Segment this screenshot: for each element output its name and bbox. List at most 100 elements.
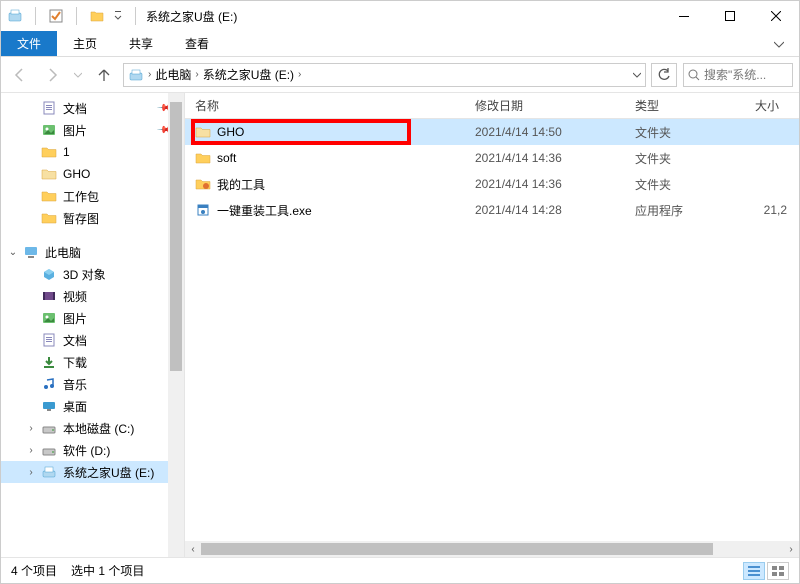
breadcrumb-this-pc[interactable]: 此电脑: [155, 66, 191, 83]
collapse-icon[interactable]: ⌄: [7, 247, 19, 258]
drive-icon: [41, 442, 57, 458]
nav-back-button[interactable]: [7, 62, 33, 88]
tree-item-label: 图片: [63, 122, 87, 139]
chevron-right-icon[interactable]: ›: [298, 69, 301, 80]
refresh-button[interactable]: [651, 63, 677, 87]
file-row[interactable]: soft2021/4/14 14:36文件夹: [185, 145, 799, 171]
tree-pc-child[interactable]: 3D 对象: [1, 263, 184, 285]
tree-item-label: 系统之家U盘 (E:): [63, 464, 154, 481]
tree-item-label: 文档: [63, 100, 87, 117]
tree-pc-child[interactable]: 图片: [1, 307, 184, 329]
tree-quick-item[interactable]: 工作包: [1, 185, 184, 207]
file-type: 应用程序: [625, 202, 745, 219]
file-date: 2021/4/14 14:36: [465, 151, 625, 165]
pic-icon: [41, 122, 57, 138]
drive-blue-icon: [41, 464, 57, 480]
nav-recent-button[interactable]: [71, 62, 85, 88]
column-name[interactable]: 名称: [185, 93, 465, 118]
view-details-button[interactable]: [743, 562, 765, 580]
folder-icon: [41, 144, 57, 160]
nav-up-button[interactable]: [91, 62, 117, 88]
tree-item-label: 视频: [63, 288, 87, 305]
ribbon-tab-file[interactable]: 文件: [1, 31, 57, 56]
minimize-button[interactable]: [661, 1, 707, 31]
chevron-right-icon[interactable]: ›: [148, 69, 151, 80]
window-title: 系统之家U盘 (E:): [140, 8, 237, 25]
folder-icon: [41, 188, 57, 204]
chevron-right-icon[interactable]: ›: [195, 69, 198, 80]
column-date[interactable]: 修改日期: [465, 93, 625, 118]
tree-pc-child[interactable]: 下载: [1, 351, 184, 373]
hscroll-right-icon[interactable]: ›: [783, 541, 799, 557]
doc-icon: [41, 332, 57, 348]
qat-checkbox-icon[interactable]: [48, 8, 64, 24]
dl-icon: [41, 354, 57, 370]
folder-dim-icon: [195, 124, 211, 140]
file-date: 2021/4/14 14:28: [465, 203, 625, 217]
view-large-icons-button[interactable]: [767, 562, 789, 580]
breadcrumb-drive[interactable]: 系统之家U盘 (E:): [203, 66, 294, 83]
file-size: 21,2: [745, 203, 799, 217]
video-icon: [41, 288, 57, 304]
file-name: GHO: [217, 125, 244, 139]
status-bar: 4 个项目 选中 1 个项目: [1, 557, 799, 583]
tree-pc-child[interactable]: › 系统之家U盘 (E:): [1, 461, 184, 483]
tree-item-label: 本地磁盘 (C:): [63, 420, 134, 437]
doc-icon: [41, 100, 57, 116]
tree-item-label: 图片: [63, 310, 87, 327]
file-hscrollbar[interactable]: ‹ ›: [185, 541, 799, 557]
expand-icon[interactable]: ›: [25, 467, 37, 478]
file-row[interactable]: 一键重装工具.exe2021/4/14 14:28应用程序21,2: [185, 197, 799, 223]
close-button[interactable]: [753, 1, 799, 31]
pic-icon: [41, 310, 57, 326]
tree-quick-item[interactable]: 暂存图: [1, 207, 184, 229]
tree-quick-item[interactable]: 1: [1, 141, 184, 163]
tree-scrollbar[interactable]: [168, 93, 184, 557]
ribbon-tab-share[interactable]: 共享: [113, 31, 169, 56]
tree-pc-child[interactable]: 视频: [1, 285, 184, 307]
tree-pc-child[interactable]: › 本地磁盘 (C:): [1, 417, 184, 439]
tree-this-pc[interactable]: ⌄ 此电脑: [1, 241, 184, 263]
nav-forward-button[interactable]: [39, 62, 65, 88]
tree-item-label: 桌面: [63, 398, 87, 415]
expand-icon[interactable]: ›: [25, 445, 37, 456]
address-bar: › 此电脑 › 系统之家U盘 (E:) › 搜索"系统...: [1, 57, 799, 93]
music-icon: [41, 376, 57, 392]
tree-item-label: GHO: [63, 167, 90, 181]
qat-folder-icon[interactable]: [89, 8, 105, 24]
file-row[interactable]: 我的工具2021/4/14 14:36文件夹: [185, 171, 799, 197]
tree-item-label: 音乐: [63, 376, 87, 393]
pc-icon: [23, 244, 39, 260]
tree-pc-child[interactable]: 音乐: [1, 373, 184, 395]
ribbon-tab-home[interactable]: 主页: [57, 31, 113, 56]
folder-icon: [41, 210, 57, 226]
file-row[interactable]: GHO 2021/4/14 14:50文件夹: [185, 119, 799, 145]
expand-icon[interactable]: ›: [25, 423, 37, 434]
hscroll-thumb[interactable]: [201, 543, 713, 555]
tree-quick-item[interactable]: 文档📌: [1, 97, 184, 119]
tree-pc-child[interactable]: › 软件 (D:): [1, 439, 184, 461]
qat-dropdown-icon[interactable]: [113, 8, 123, 24]
tree-scrollbar-thumb[interactable]: [170, 102, 182, 371]
ribbon-tab-view[interactable]: 查看: [169, 31, 225, 56]
column-size[interactable]: 大小: [745, 93, 799, 118]
hscroll-left-icon[interactable]: ‹: [185, 541, 201, 557]
tree-pc-child[interactable]: 桌面: [1, 395, 184, 417]
folder-fancy-icon: [195, 176, 211, 192]
address-drive-icon: [128, 67, 144, 83]
address-dropdown-icon[interactable]: [633, 71, 641, 79]
status-selected-count: 选中 1 个项目: [71, 562, 144, 579]
tree-item-label: 软件 (D:): [63, 442, 110, 459]
tree-quick-item[interactable]: 图片📌: [1, 119, 184, 141]
maximize-button[interactable]: [707, 1, 753, 31]
address-field[interactable]: › 此电脑 › 系统之家U盘 (E:) ›: [123, 63, 646, 87]
tree-pc-child[interactable]: 文档: [1, 329, 184, 351]
exe-icon: [195, 202, 211, 218]
tree-item-label: 此电脑: [45, 244, 81, 261]
file-type: 文件夹: [625, 124, 745, 141]
ribbon-expand-button[interactable]: [759, 31, 799, 56]
search-input[interactable]: 搜索"系统...: [683, 63, 793, 87]
tree-quick-item[interactable]: GHO: [1, 163, 184, 185]
file-date: 2021/4/14 14:50: [465, 125, 625, 139]
column-type[interactable]: 类型: [625, 93, 745, 118]
